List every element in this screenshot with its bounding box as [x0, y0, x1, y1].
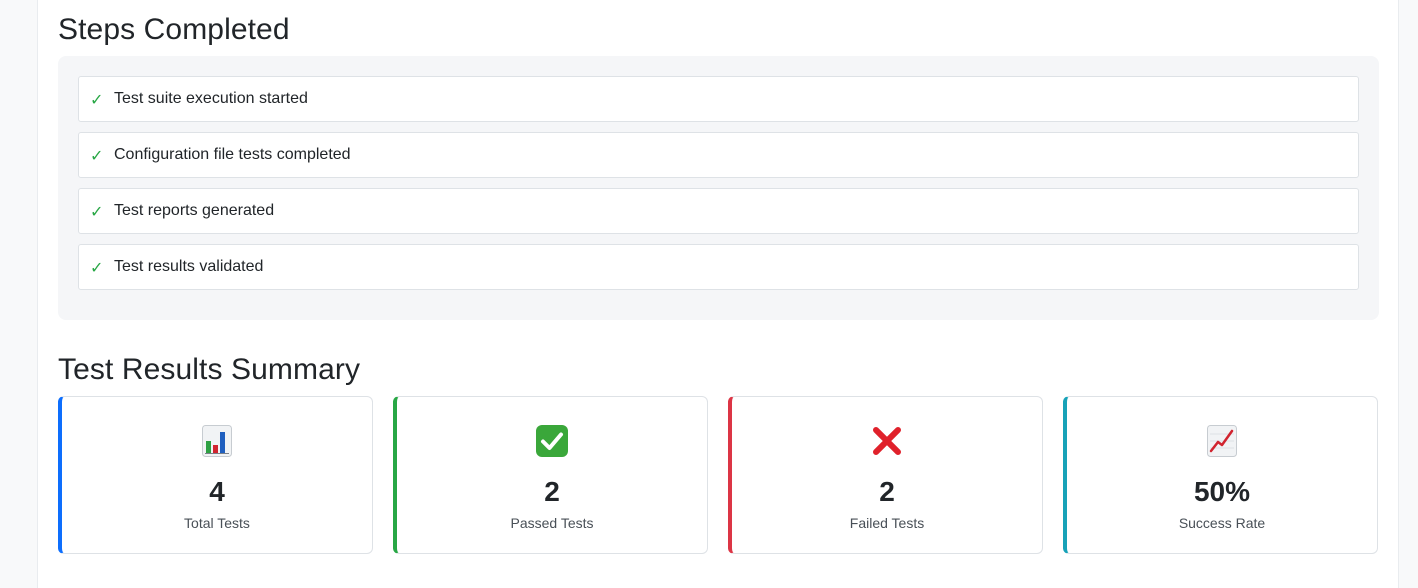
success-rate-label: Success Rate	[1178, 515, 1266, 531]
step-item: ✓ Test reports generated	[78, 188, 1359, 234]
step-label: Test results validated	[114, 258, 264, 275]
total-tests-label: Total Tests	[184, 515, 250, 531]
total-tests-card: 4 Total Tests	[58, 396, 373, 554]
failed-tests-value: 2	[879, 476, 895, 507]
failed-tests-label: Failed Tests	[849, 515, 925, 531]
step-label: Test suite execution started	[114, 90, 308, 107]
success-rate-card: 50% Success Rate	[1063, 396, 1378, 554]
passed-tests-card: 2 Passed Tests	[393, 396, 708, 554]
check-box-icon	[397, 421, 707, 461]
step-label: Configuration file tests completed	[114, 146, 351, 163]
passed-tests-value: 2	[544, 476, 560, 507]
check-icon: ✓	[90, 201, 104, 221]
summary-cards: 4 Total Tests 2 Passed Tests 2 Failed Te…	[58, 396, 1379, 554]
passed-tests-label: Passed Tests	[510, 515, 594, 531]
step-item: ✓ Configuration file tests completed	[78, 132, 1359, 178]
trend-up-icon	[1067, 421, 1377, 461]
step-label: Test reports generated	[114, 202, 275, 219]
bar-chart-icon	[62, 421, 372, 461]
steps-completed-heading: Steps Completed	[58, 13, 290, 46]
check-icon: ✓	[90, 89, 104, 109]
total-tests-value: 4	[209, 476, 225, 507]
check-icon: ✓	[90, 145, 104, 165]
steps-panel: ✓ Test suite execution started ✓ Configu…	[58, 56, 1379, 320]
failed-tests-card: 2 Failed Tests	[728, 396, 1043, 554]
test-results-summary-heading: Test Results Summary	[58, 353, 361, 386]
check-icon: ✓	[90, 257, 104, 277]
cross-mark-icon	[732, 421, 1042, 461]
success-rate-value: 50%	[1193, 476, 1251, 507]
report-page: Steps Completed ✓ Test suite execution s…	[37, 0, 1399, 588]
step-item: ✓ Test suite execution started	[78, 76, 1359, 122]
step-item: ✓ Test results validated	[78, 244, 1359, 290]
